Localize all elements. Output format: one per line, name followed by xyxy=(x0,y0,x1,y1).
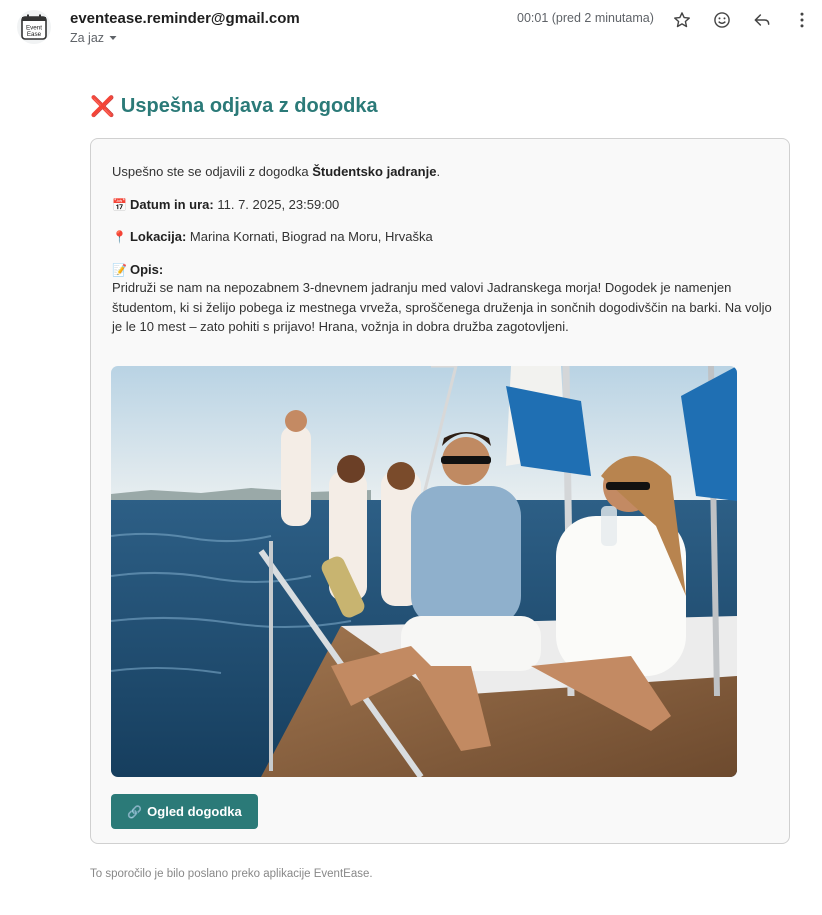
sender-avatar[interactable]: Event Ease xyxy=(17,10,51,44)
intro-line: Uspešno ste se odjavili z dogodka Študen… xyxy=(112,162,440,182)
reply-icon[interactable] xyxy=(750,8,774,32)
star-icon[interactable] xyxy=(670,8,694,32)
recipient-dropdown[interactable]: Za jaz xyxy=(70,31,118,45)
sailing-scene-illustration xyxy=(111,366,737,777)
location-line: 📍 Lokacija: Marina Kornati, Biograd na Mo… xyxy=(112,227,433,247)
date-line: 📅 Datum in ura: 11. 7. 2025, 23:59:00 xyxy=(112,195,339,215)
recipient-label: Za jaz xyxy=(70,31,105,45)
email-footer: To sporočilo je bilo poslano preko aplik… xyxy=(90,868,373,880)
memo-icon: 📝 xyxy=(112,263,127,277)
view-event-button[interactable]: 🔗 Ogled dogodka xyxy=(111,794,258,829)
event-card: Uspešno ste se odjavili z dogodka Študen… xyxy=(90,138,790,844)
svg-text:Ease: Ease xyxy=(27,31,42,38)
view-event-label: Ogled dogodka xyxy=(147,804,242,819)
link-icon: 🔗 xyxy=(127,804,143,819)
description-label: Opis: xyxy=(129,262,164,277)
calendar-icon: 📅 xyxy=(112,198,127,212)
more-icon[interactable] xyxy=(790,8,814,32)
location-label: Lokacija: xyxy=(129,229,187,244)
intro-prefix: Uspešno ste se odjavili z dogodka xyxy=(112,164,313,179)
date-value: 11. 7. 2025, 23:59:00 xyxy=(213,197,340,212)
email-heading: ❌ Uspešna odjava z dogodka xyxy=(90,94,378,119)
location-value: Marina Kornati, Biograd na Moru, Hrvaška xyxy=(186,229,433,244)
description-text: Pridruži se nam na nepozabnem 3-dnevnem … xyxy=(112,280,772,334)
event-name: Študentsko jadranje xyxy=(312,164,437,179)
caret-down-icon xyxy=(109,36,117,40)
emoji-icon[interactable] xyxy=(710,8,734,32)
heading-text: Uspešna odjava z dogodka xyxy=(120,95,378,117)
event-photo xyxy=(111,366,737,777)
timestamp: 00:01 (pred 2 minutama) xyxy=(517,11,654,25)
description-heading: 📝 Opis: xyxy=(112,260,163,280)
date-label: Datum in ura: xyxy=(129,197,214,212)
cross-icon: ❌ xyxy=(90,96,115,118)
pin-icon: 📍 xyxy=(112,230,127,244)
sender-address: eventease.reminder@gmail.com xyxy=(70,10,300,27)
intro-suffix: . xyxy=(436,164,441,179)
email-header: Event Ease eventease.reminder@gmail.com … xyxy=(0,0,822,60)
eventease-logo: Event Ease xyxy=(21,14,47,40)
